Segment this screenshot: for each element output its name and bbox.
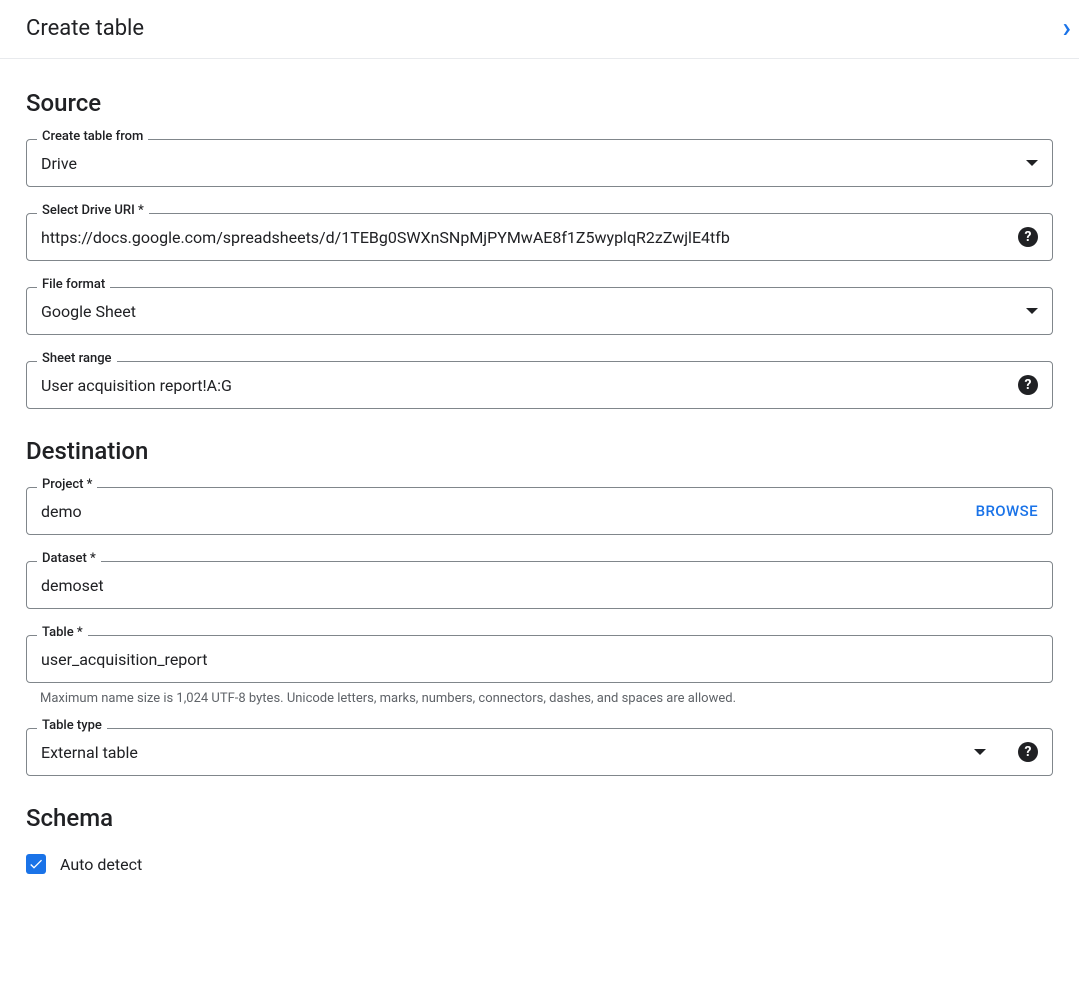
field-project: Project * BROWSE xyxy=(26,487,1053,535)
chevron-down-icon xyxy=(1026,160,1038,166)
field-dataset: Dataset * xyxy=(26,561,1053,609)
field-table-type: Table type External table ? xyxy=(26,728,1053,776)
select-file-format[interactable]: File format Google Sheet xyxy=(26,287,1053,335)
help-icon[interactable]: ? xyxy=(1018,742,1038,762)
field-label: Sheet range xyxy=(37,352,117,365)
field-label: Create table from xyxy=(37,130,148,143)
dialog-title: Create table xyxy=(26,16,144,41)
field-sheet-range: Sheet range ? xyxy=(26,361,1053,409)
field-label: File format xyxy=(37,278,110,291)
field-drive-uri: Select Drive URI * ? xyxy=(26,213,1053,261)
auto-detect-label: Auto detect xyxy=(60,855,142,874)
select-create-table-from[interactable]: Create table from Drive xyxy=(26,139,1053,187)
field-file-format: File format Google Sheet xyxy=(26,287,1053,335)
section-title-schema: Schema xyxy=(26,804,1053,832)
field-value: External table xyxy=(41,743,966,762)
browse-button[interactable]: BROWSE xyxy=(976,502,1038,520)
field-table: Table * xyxy=(26,635,1053,683)
field-label: Dataset * xyxy=(37,552,101,565)
chevron-down-icon xyxy=(974,749,986,755)
field-value: Drive xyxy=(41,154,1018,173)
input-project-container: Project * BROWSE xyxy=(26,487,1053,535)
input-dataset-container: Dataset * xyxy=(26,561,1053,609)
checkbox-auto-detect-row: Auto detect xyxy=(26,854,1053,874)
input-sheet-range-container: Sheet range ? xyxy=(26,361,1053,409)
close-icon[interactable]: › xyxy=(1063,14,1071,42)
section-title-destination: Destination xyxy=(26,437,1053,465)
input-drive-uri-container: Select Drive URI * ? xyxy=(26,213,1053,261)
help-icon[interactable]: ? xyxy=(1018,375,1038,395)
field-label: Table type xyxy=(37,719,107,732)
table-helper-text: Maximum name size is 1,024 UTF-8 bytes. … xyxy=(26,691,1053,706)
check-icon xyxy=(28,856,44,872)
dataset-input[interactable] xyxy=(41,576,1038,595)
drive-uri-input[interactable] xyxy=(41,228,1008,247)
field-label: Select Drive URI * xyxy=(37,204,149,217)
project-input[interactable] xyxy=(41,502,966,521)
field-create-table-from: Create table from Drive xyxy=(26,139,1053,187)
help-icon[interactable]: ? xyxy=(1018,227,1038,247)
input-table-container: Table * xyxy=(26,635,1053,683)
select-table-type[interactable]: Table type External table ? xyxy=(26,728,1053,776)
dialog-header: Create table › xyxy=(0,0,1079,59)
section-title-source: Source xyxy=(26,89,1053,117)
dialog-content: Source Create table from Drive Select Dr… xyxy=(0,59,1079,898)
chevron-down-icon xyxy=(1026,308,1038,314)
table-input[interactable] xyxy=(41,650,1038,669)
field-label: Table * xyxy=(37,626,88,639)
auto-detect-checkbox[interactable] xyxy=(26,854,46,874)
field-label: Project * xyxy=(37,478,97,491)
field-trailing-icons: ? xyxy=(966,742,1038,762)
field-value: Google Sheet xyxy=(41,302,1018,321)
sheet-range-input[interactable] xyxy=(41,376,1008,395)
